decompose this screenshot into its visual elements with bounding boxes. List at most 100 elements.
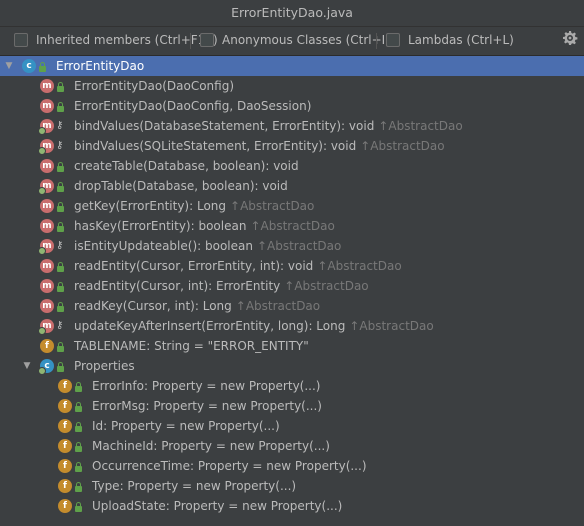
tree-member-row[interactable]: m readEntity(Cursor, ErrorEntity, int): v… [0, 256, 584, 276]
override-overlay-icon [38, 327, 46, 335]
member-signature: OccurrenceTime: Property = new Property(… [92, 459, 367, 473]
method-icon: m [40, 299, 54, 313]
member-label: ErrorEntityDao(DaoConfig, DaoSession) [74, 99, 311, 113]
member-signature: bindValues(DatabaseStatement, ErrorEntit… [74, 119, 375, 133]
tree-property-row[interactable]: f ErrorMsg: Property = new Property(...) [0, 396, 584, 416]
inherited-from-label: ↑AbstractDao [230, 199, 315, 213]
member-signature: UploadState: Property = new Property(...… [92, 499, 343, 513]
member-signature: bindValues(SQLiteStatement, ErrorEntity)… [74, 139, 357, 153]
tree-member-row[interactable]: m ⚷ updateKeyAfterInsert(ErrorEntity, long… [0, 316, 584, 336]
member-signature: readEntity(Cursor, ErrorEntity, int): vo… [74, 259, 314, 273]
field-icon: f [58, 399, 72, 413]
inherited-from-label: ↑AbstractDao [256, 239, 342, 253]
field-icon: f [40, 339, 54, 353]
member-label: getKey(ErrorEntity): Long ↑AbstractDao [74, 199, 314, 213]
anonymous-classes-label: Anonymous Classes (Ctrl+I) [222, 33, 390, 47]
member-signature: ErrorEntityDao [56, 59, 145, 73]
field-icon: f [58, 379, 72, 393]
tree-member-row[interactable]: m readKey(Cursor, int): Long ↑AbstractDao [0, 296, 584, 316]
protected-access-icon: ⚷ [56, 320, 64, 331]
public-access-icon [57, 362, 64, 372]
protected-access-icon: ⚷ [56, 140, 64, 151]
method-icon: m [40, 99, 54, 113]
member-label: OccurrenceTime: Property = new Property(… [92, 459, 367, 473]
anonymous-classes-checkbox[interactable]: Anonymous Classes (Ctrl+I) [200, 33, 390, 47]
checkbox-box[interactable] [386, 33, 400, 47]
public-access-icon [57, 262, 64, 272]
member-label: readEntity(Cursor, int): ErrorEntity ↑Abs… [74, 279, 369, 293]
member-label: hasKey(ErrorEntity): boolean ↑AbstractDao [74, 219, 335, 233]
method-icon: m [40, 79, 54, 93]
method-icon: m [40, 159, 54, 173]
member-signature: Type: Property = new Property(...) [92, 479, 297, 493]
public-access-icon [57, 162, 64, 172]
inherited-from-label: ↑AbstractDao [250, 219, 335, 233]
tree-member-row[interactable]: m readEntity(Cursor, int): ErrorEntity ↑Ab… [0, 276, 584, 296]
member-label: ErrorEntityDao [56, 59, 144, 73]
field-icon: f [58, 459, 72, 473]
member-label: Type: Property = new Property(...) [92, 479, 296, 493]
tree-member-row[interactable]: m ⚷ bindValues(SQLiteStatement, ErrorEntit… [0, 136, 584, 156]
tree-property-row[interactable]: f ErrorInfo: Property = new Property(...) [0, 376, 584, 396]
tree-member-row[interactable]: m createTable(Database, boolean): void [0, 156, 584, 176]
member-label: bindValues(DatabaseStatement, ErrorEntit… [74, 119, 463, 133]
tree-root-class[interactable]: ▼ c ErrorEntityDao [0, 56, 584, 76]
field-icon: f [58, 439, 72, 453]
override-overlay-icon [38, 127, 46, 135]
inherited-from-label: ↑AbstractDao [235, 299, 321, 313]
method-icon: m [40, 279, 54, 293]
public-access-icon [39, 62, 46, 72]
tree-properties-class[interactable]: ▼ c Properties [0, 356, 584, 376]
inherited-from-label: ↑AbstractDao [284, 279, 369, 293]
tree-member-row[interactable]: m ErrorEntityDao(DaoConfig) [0, 76, 584, 96]
public-access-icon [57, 302, 64, 312]
protected-access-icon: ⚷ [56, 120, 64, 131]
chevron-down-icon[interactable]: ▼ [22, 361, 32, 371]
tree-property-row[interactable]: f Id: Property = new Property(...) [0, 416, 584, 436]
checkbox-box[interactable] [14, 33, 28, 47]
member-signature: isEntityUpdateable(): boolean [74, 239, 253, 253]
public-access-icon [57, 282, 64, 292]
tree-member-row[interactable]: m ErrorEntityDao(DaoConfig, DaoSession) [0, 96, 584, 116]
tree-member-row[interactable]: f TABLENAME: String = "ERROR_ENTITY" [0, 336, 584, 356]
inherited-members-checkbox[interactable]: Inherited members (Ctrl+F12) [14, 33, 218, 47]
lambdas-checkbox[interactable]: Lambdas (Ctrl+L) [386, 33, 514, 47]
member-label: ErrorInfo: Property = new Property(...) [92, 379, 320, 393]
member-signature: Properties [74, 359, 135, 373]
member-signature: ErrorEntityDao(DaoConfig) [74, 79, 235, 93]
tree-property-row[interactable]: f OccurrenceTime: Property = new Property… [0, 456, 584, 476]
member-signature: TABLENAME: String = "ERROR_ENTITY" [74, 339, 309, 353]
field-icon: f [58, 479, 72, 493]
checkbox-box[interactable] [200, 33, 214, 47]
public-access-icon [57, 202, 64, 212]
field-icon: f [58, 419, 72, 433]
member-label: ErrorMsg: Property = new Property(...) [92, 399, 322, 413]
member-signature: Id: Property = new Property(...) [92, 419, 280, 433]
member-signature: updateKeyAfterInsert(ErrorEntity, long):… [74, 319, 346, 333]
public-access-icon [75, 462, 82, 472]
tree-member-row[interactable]: m ⚷ bindValues(DatabaseStatement, ErrorEnt… [0, 116, 584, 136]
member-label: updateKeyAfterInsert(ErrorEntity, long):… [74, 319, 434, 333]
member-signature: dropTable(Database, boolean): void [74, 179, 288, 193]
tree-member-row[interactable]: m getKey(ErrorEntity): Long ↑AbstractDao [0, 196, 584, 216]
inherited-from-label: ↑AbstractDao [317, 259, 402, 273]
tree-property-row[interactable]: f MachineId: Property = new Property(...) [0, 436, 584, 456]
tree-property-row[interactable]: f Type: Property = new Property(...) [0, 476, 584, 496]
chevron-down-icon[interactable]: ▼ [4, 61, 14, 71]
tree-property-row[interactable]: f UploadState: Property = new Property(..… [0, 496, 584, 516]
gear-icon[interactable] [562, 30, 578, 48]
override-overlay-icon [38, 187, 46, 195]
member-label: createTable(Database, boolean): void [74, 159, 299, 173]
member-signature: hasKey(ErrorEntity): boolean [74, 219, 247, 233]
member-signature: readKey(Cursor, int): Long [74, 299, 232, 313]
inherited-from-label: ↑AbstractDao [360, 139, 445, 153]
tree-member-row[interactable]: m ⚷ isEntityUpdateable(): boolean ↑Abstract… [0, 236, 584, 256]
method-icon: m [40, 199, 54, 213]
tree-member-row[interactable]: m hasKey(ErrorEntity): boolean ↑AbstractDa… [0, 216, 584, 236]
member-signature: ErrorMsg: Property = new Property(...) [92, 399, 322, 413]
public-access-icon [57, 82, 64, 92]
tree-member-row[interactable]: m dropTable(Database, boolean): void [0, 176, 584, 196]
public-access-icon [57, 222, 64, 232]
public-access-icon [75, 422, 82, 432]
public-access-icon [75, 502, 82, 512]
